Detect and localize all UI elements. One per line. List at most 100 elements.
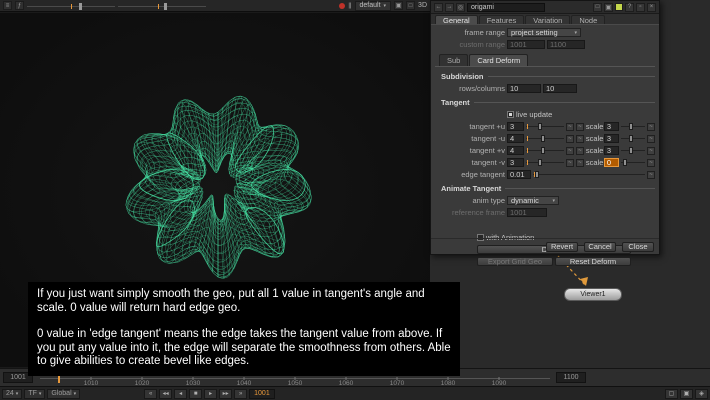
range-end-input[interactable]: 1100: [556, 372, 586, 383]
animation-menu-icon[interactable]: ~: [647, 171, 655, 179]
curve-icon[interactable]: ~: [566, 159, 574, 167]
scale-mv-input[interactable]: 0: [604, 158, 619, 167]
curve-icon[interactable]: ~: [566, 147, 574, 155]
chevron-down-icon: ▾: [574, 30, 577, 36]
animation-menu-icon[interactable]: ~: [647, 159, 655, 167]
float-panel-icon[interactable]: ▫: [636, 3, 645, 12]
tangent-mv-input[interactable]: 3: [507, 158, 524, 167]
tab-variation[interactable]: Variation: [525, 15, 570, 24]
play-forward-icon[interactable]: ▸: [204, 389, 217, 399]
animation-menu-icon[interactable]: ~: [576, 135, 584, 143]
chevron-down-icon: ▾: [39, 391, 42, 397]
tangent-pv-input[interactable]: 4: [507, 146, 524, 155]
scale-pu-input[interactable]: 3: [604, 122, 619, 131]
tab-general[interactable]: General: [435, 15, 478, 24]
script-icon[interactable]: □: [593, 3, 602, 12]
close-button[interactable]: Close: [622, 242, 654, 252]
node-name-input[interactable]: origami: [467, 3, 545, 12]
scale-label: scale: [586, 146, 602, 155]
scale-pv-input[interactable]: 3: [604, 146, 619, 155]
record-indicator-icon[interactable]: [339, 3, 345, 9]
animation-menu-icon[interactable]: ~: [647, 135, 655, 143]
custom-range-label: custom range: [435, 40, 505, 49]
custom-range-start-input[interactable]: 1001: [507, 40, 545, 49]
timecode-mode-dropdown[interactable]: TF ▾: [24, 389, 45, 399]
tab-node[interactable]: Node: [571, 15, 605, 24]
lock-range-icon[interactable]: ◈: [695, 389, 708, 399]
gain-icon[interactable]: ƒ: [15, 1, 24, 10]
subtab-sub[interactable]: Sub: [439, 54, 468, 66]
gain-slider[interactable]: [27, 2, 115, 10]
revert-button[interactable]: Revert: [546, 242, 578, 252]
frame-range-label: frame range: [435, 28, 505, 37]
play-backward-icon[interactable]: ◂: [174, 389, 187, 399]
scale-pu-slider[interactable]: [621, 122, 645, 131]
cancel-button[interactable]: Cancel: [584, 242, 616, 252]
edge-tangent-slider[interactable]: [533, 170, 645, 179]
fullscreen-icon[interactable]: ▣: [680, 389, 693, 399]
custom-range-end-input[interactable]: 1100: [547, 40, 585, 49]
tangent-pu-input[interactable]: 3: [507, 122, 524, 131]
rows-input[interactable]: 10: [507, 84, 541, 93]
range-mode-dropdown[interactable]: Global ▾: [47, 389, 80, 399]
roi-icon[interactable]: □: [406, 1, 415, 10]
animation-menu-icon[interactable]: ~: [647, 123, 655, 131]
goto-end-icon[interactable]: »: [234, 389, 247, 399]
scale-pv-slider[interactable]: [621, 146, 645, 155]
fps-dropdown[interactable]: 24 ▾: [2, 389, 22, 399]
prev-keyframe-icon[interactable]: ◂◂: [159, 389, 172, 399]
curve-icon[interactable]: ~: [566, 123, 574, 131]
frame-range-dropdown[interactable]: project setting ▾: [507, 28, 581, 37]
undo-icon[interactable]: ←: [434, 3, 443, 12]
scale-mu-slider[interactable]: [621, 134, 645, 143]
center-node-icon[interactable]: ◎: [456, 3, 465, 12]
tangent-mv-slider[interactable]: [526, 158, 564, 167]
animation-menu-icon[interactable]: ~: [576, 147, 584, 155]
stop-icon[interactable]: ■: [189, 389, 202, 399]
animation-menu-icon[interactable]: ~: [576, 159, 584, 167]
scale-label: scale: [586, 122, 602, 131]
gamma-slider[interactable]: [118, 2, 206, 10]
layers-icon[interactable]: ≡: [3, 1, 12, 10]
export-grid-geo-button[interactable]: Export Grid Geo: [477, 257, 553, 266]
tutorial-caption: If you just want simply smooth the geo, …: [28, 282, 460, 376]
curve-editor-icon[interactable]: ▣: [604, 3, 613, 12]
edge-tangent-label: edge tangent: [435, 170, 505, 179]
monitor-out-icon[interactable]: ▢: [665, 389, 678, 399]
animation-menu-icon[interactable]: ~: [647, 147, 655, 155]
reference-frame-input[interactable]: 1001: [507, 208, 547, 217]
properties-panel: ← → ◎ origami □ ▣ ? ▫ × General Features…: [430, 0, 660, 255]
transport-frame-display[interactable]: 1001: [249, 389, 275, 399]
columns-input[interactable]: 10: [543, 84, 577, 93]
help-icon[interactable]: ?: [625, 3, 634, 12]
animation-menu-icon[interactable]: ~: [576, 123, 584, 131]
redo-icon[interactable]: →: [445, 3, 454, 12]
tangent-pv-slider[interactable]: [526, 146, 564, 155]
subtab-card-deform[interactable]: Card Deform: [469, 54, 528, 66]
tangent-mu-slider[interactable]: [526, 134, 564, 143]
close-icon[interactable]: ×: [647, 3, 656, 12]
anim-type-label: anim type: [435, 196, 505, 205]
viewer-process-dropdown[interactable]: default ▾: [355, 1, 392, 11]
scale-mv-slider[interactable]: [621, 158, 645, 167]
clone-view-icon[interactable]: ▣: [394, 1, 403, 10]
next-keyframe-icon[interactable]: ▸▸: [219, 389, 232, 399]
edge-tangent-input[interactable]: 0.01: [507, 170, 531, 179]
viewer-node[interactable]: Viewer1: [564, 288, 622, 301]
tangent-pu-label: tangent +u: [435, 122, 505, 131]
live-update-checkbox[interactable]: [507, 111, 514, 118]
chevron-down-icon: ▾: [74, 391, 77, 397]
reset-deform-button[interactable]: Reset Deform: [555, 257, 631, 266]
view-mode-label[interactable]: 3D: [418, 2, 427, 9]
scale-mu-input[interactable]: 3: [604, 134, 619, 143]
goto-start-icon[interactable]: «: [144, 389, 157, 399]
scale-label: scale: [586, 134, 602, 143]
tangent-mu-input[interactable]: 4: [507, 134, 524, 143]
node-color-swatch[interactable]: [615, 3, 623, 11]
tab-features[interactable]: Features: [479, 15, 525, 24]
pause-icon[interactable]: ||: [348, 3, 351, 9]
tangent-pu-slider[interactable]: [526, 122, 564, 131]
curve-icon[interactable]: ~: [566, 135, 574, 143]
tangent-pv-label: tangent +v: [435, 146, 505, 155]
anim-type-dropdown[interactable]: dynamic ▾: [507, 196, 559, 205]
